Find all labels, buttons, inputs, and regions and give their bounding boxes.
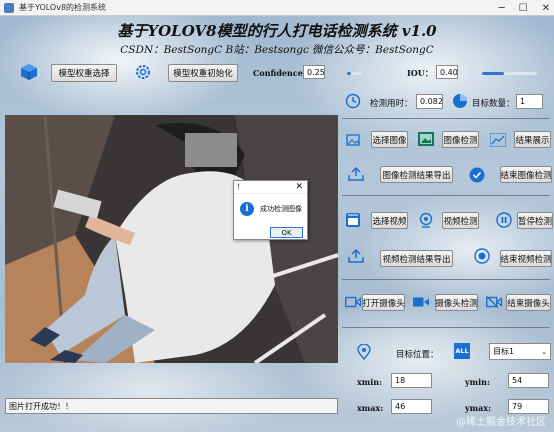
check-circle-icon <box>469 167 485 183</box>
target-position-label: 目标位置： <box>396 350 439 360</box>
page-subtitle: CSDN：BestSongC B站：Bestsongc 微信公众号：BestSo… <box>120 44 434 56</box>
settings-icon <box>134 63 152 81</box>
upload-icon <box>348 248 364 263</box>
timer-icon <box>345 93 361 109</box>
time-label: 检测用时： <box>370 99 413 109</box>
watermark: @稀土掘金技术社区 <box>456 417 546 428</box>
status-bar: 图片打开成功！！ <box>5 398 338 414</box>
divider <box>342 118 550 119</box>
image-icon <box>346 133 360 147</box>
message-dialog: ！ ✕ i 成功检测图像 OK <box>233 180 308 240</box>
xmin-label: xmin: <box>357 377 383 387</box>
location-pin-icon <box>357 343 371 361</box>
pie-chart-icon <box>452 93 468 109</box>
count-value: 1 <box>516 94 543 109</box>
video-file-icon <box>346 213 360 227</box>
upload-icon <box>348 166 364 181</box>
count-label: 目标数量： <box>472 99 515 109</box>
confidence-spinbox[interactable]: 0.25 <box>303 65 325 79</box>
stop-video-button[interactable]: 结束视频检测 <box>500 250 552 267</box>
webcam-icon <box>418 212 434 228</box>
confidence-slider[interactable] <box>347 72 362 75</box>
time-value: 0.082 <box>416 94 443 109</box>
divider <box>342 195 550 196</box>
video-export-button[interactable]: 视频检测结果导出 <box>380 250 453 267</box>
cube-icon <box>20 63 38 81</box>
target-select[interactable]: 目标1 ⌄ <box>489 343 551 360</box>
camera-detect-button[interactable]: 摄像头检测 <box>435 294 478 311</box>
window-titlebar: 基于YOLOv8的检测系统 ─ ☐ ✕ <box>0 0 554 16</box>
image-export-button[interactable]: 图像检测结果导出 <box>380 166 453 183</box>
maximize-icon[interactable]: ☐ <box>519 3 528 14</box>
stop-image-button[interactable]: 结束图像检测 <box>500 166 552 183</box>
minimize-icon[interactable]: ─ <box>499 3 505 14</box>
model-select-button[interactable]: 模型权重选择 <box>51 64 117 82</box>
close-icon[interactable]: ✕ <box>542 3 550 14</box>
video-detect-button[interactable]: 视频检测 <box>442 212 479 229</box>
image-detect-button[interactable]: 图像检测 <box>442 131 479 148</box>
stop-circle-icon <box>474 248 490 264</box>
ymax-field: 79 <box>508 399 549 414</box>
xmin-field: 18 <box>391 373 432 388</box>
line-chart-icon <box>489 132 507 148</box>
pause-detect-button[interactable]: 暂停检测 <box>517 212 553 229</box>
iou-slider-fill <box>482 72 504 75</box>
ymax-label: ymax: <box>465 403 492 413</box>
video-camera-icon <box>413 296 429 308</box>
picture-icon <box>418 132 434 146</box>
show-result-button[interactable]: 结果展示 <box>514 131 551 148</box>
select-image-button[interactable]: 选择图像 <box>371 131 408 148</box>
dialog-ok-button[interactable]: OK <box>270 227 303 238</box>
window-title: 基于YOLOv8的检测系统 <box>19 3 107 12</box>
page-title: 基于YOLOV8模型的行人打电话检测系统 v1.0 <box>117 22 437 40</box>
divider <box>342 279 550 280</box>
confidence-slider-fill <box>347 72 351 75</box>
camera-off-icon <box>485 296 503 308</box>
pause-icon <box>496 212 512 228</box>
dialog-message: 成功检测图像 <box>260 205 302 213</box>
all-targets-icon: ALL <box>454 343 470 359</box>
app-icon <box>4 2 14 13</box>
ymin-field: 54 <box>508 373 549 388</box>
xmax-label: xmax: <box>357 403 384 413</box>
select-video-button[interactable]: 选择视频 <box>371 212 408 229</box>
close-camera-button[interactable]: 结束摄像头 <box>506 294 551 311</box>
divider <box>342 327 550 328</box>
target-select-value: 目标1 <box>493 347 515 356</box>
info-icon: i <box>240 202 254 216</box>
model-init-button[interactable]: 模型权重初始化 <box>168 64 238 82</box>
iou-spinbox[interactable]: 0.40 <box>436 65 458 79</box>
iou-label: IOU： <box>407 68 433 78</box>
dialog-close-icon[interactable]: ✕ <box>295 182 303 192</box>
xmax-field: 46 <box>391 399 432 414</box>
ymin-label: ymin: <box>465 377 490 387</box>
open-camera-button[interactable]: 打开摄像头 <box>362 294 405 311</box>
iou-slider[interactable] <box>482 72 537 75</box>
chevron-down-icon: ⌄ <box>541 347 547 356</box>
camera-icon <box>344 296 362 308</box>
